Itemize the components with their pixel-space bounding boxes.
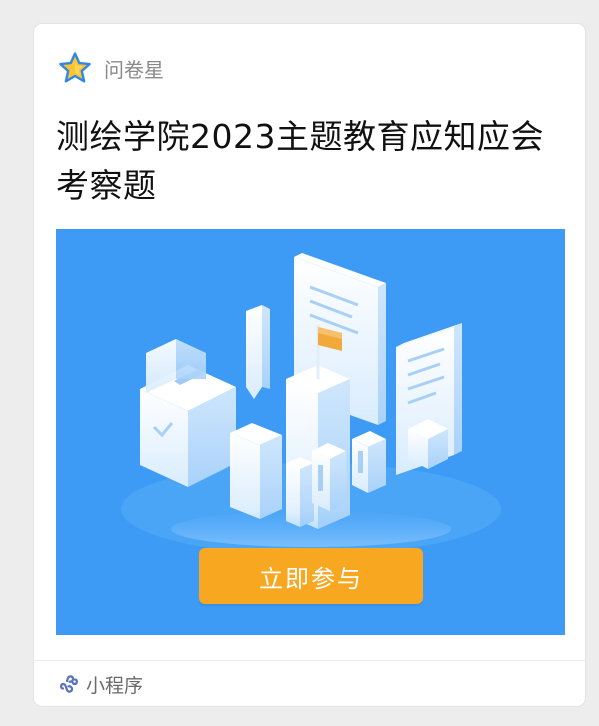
star-icon [59,52,91,83]
share-card[interactable]: 问卷星 测绘学院2023主题教育应知应会考察题 立即参与 小程序 [34,24,585,706]
cover-image[interactable]: 立即参与 [56,229,565,635]
source-name: 问卷星 [104,57,164,82]
join-button[interactable]: 立即参与 [199,548,423,604]
card-title: 测绘学院2023主题教育应知应会考察题 [56,117,544,205]
mini-program-label: 小程序 [86,674,144,697]
mini-program-footer[interactable]: 小程序 [58,670,143,698]
footer-divider [34,660,585,661]
mini-program-icon [60,675,78,693]
source-row: 问卷星 [58,50,164,86]
